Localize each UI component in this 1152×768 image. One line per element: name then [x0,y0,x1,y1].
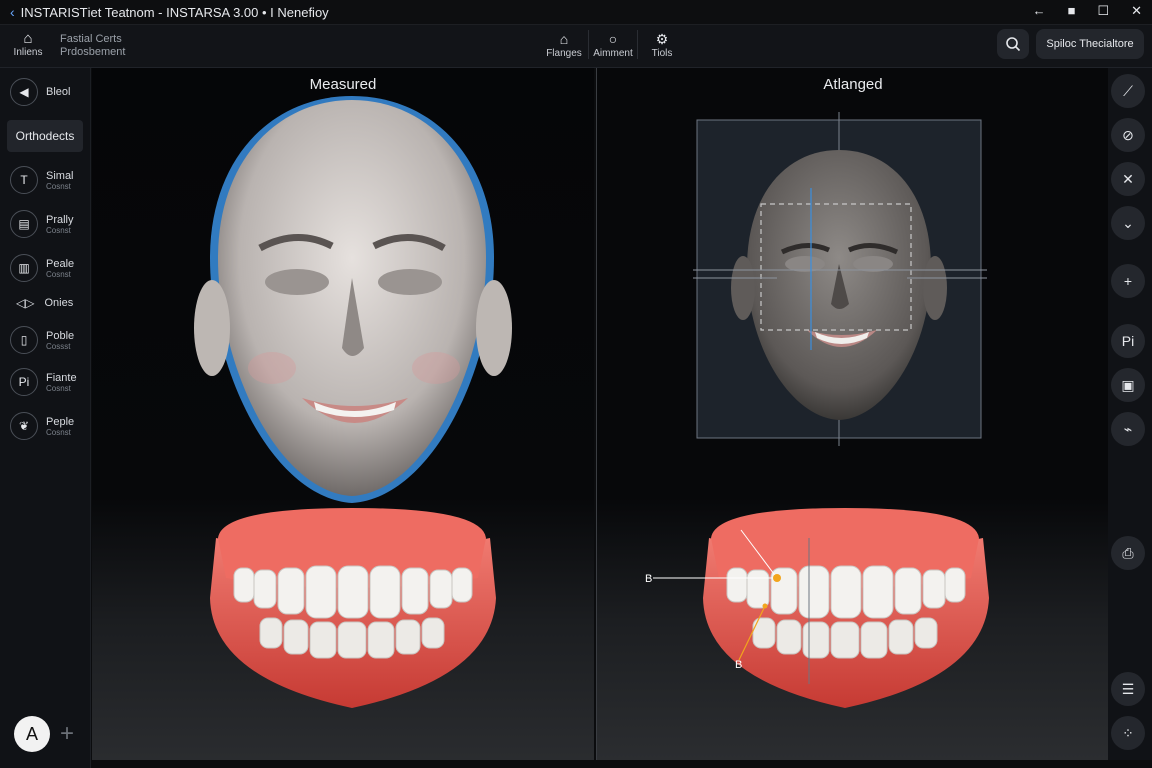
sidebar-item-label: Peale [46,257,75,270]
close-icon: ✕ [1122,170,1134,187]
title-bar: ‹ INSTARISТiet Teatnom - INSTARSA 3.00 •… [0,0,1152,25]
lower-teeth [259,617,445,659]
add-button[interactable]: + [1111,264,1145,298]
flanges-label: Flanges [546,48,582,59]
sidebar-item-label: Poble [46,329,75,342]
sidebar-item-sub: Cosnst [46,383,71,393]
left-eye [265,269,329,295]
window-controls: ← ■ ☐ ✕ [1033,3,1142,19]
play-icon: ◀ [10,78,38,106]
alignment-button[interactable]: ○ Aimment [589,30,638,59]
sidebar-item-fiante[interactable]: Pi Fiante Cosnst [10,368,77,396]
sidebar-item-label: Simal [46,169,74,182]
window-title: INSTARISТiet Teatnom - INSTARSA 3.00 • I… [20,4,329,20]
back-arrow-icon[interactable]: ← [1033,3,1046,19]
image-icon: ▣ [1121,376,1135,393]
breadcrumb: Fastial Certs Prdosbement [60,33,125,59]
pi-button[interactable]: Pi [1111,324,1145,358]
sidebar-item-simal[interactable]: T Simal Cosnst [10,166,74,194]
right-ear [476,280,512,376]
sidebar-item-prally[interactable]: ▤ Prally Cosnst [10,210,74,238]
trend-button[interactable]: ⟋ [1111,74,1145,108]
pi-icon: Pi [1121,333,1135,349]
sidebar-item-poble[interactable]: ▯ Poble Cossst [10,326,74,354]
home-label: Inliens [13,47,43,58]
chart-icon: ▥ [10,254,38,282]
sidebar-item-onies[interactable]: ◁▷ Onies [10,296,73,310]
home-icon: ⌂ [559,31,569,47]
sidebar-item-sub: Cosnst [46,427,71,437]
home-button[interactable]: ⌂ Inliens [8,30,48,59]
sidebar-item-orthodects[interactable]: Orthodects [7,120,83,152]
top-toolbar: ⌂ Inliens Fastial Certs Prdosbement ⌂ Fl… [0,25,1152,68]
leaf-icon: ❦ [10,412,38,440]
measurement-marker [773,574,781,582]
annotation-b-upper: B [645,573,652,585]
add-icon[interactable]: + [60,720,74,748]
home-icon: ⌂ [23,30,33,47]
breadcrumb-line-2: Prdosbement [60,46,126,58]
close-button[interactable]: ✕ [1111,162,1145,196]
toolbar-center-group: ⌂ Flanges ○ Aimment ⚙ Tiols [540,30,686,59]
arranged-viewport[interactable]: Atlanged B B [596,68,1109,760]
right-toolbar: ⟋ ⊘ ✕ ⌄ + Pi ▣ ⌁ ⎙ ☰ ⁘ [1108,68,1152,760]
flanges-button[interactable]: ⌂ Flanges [540,30,589,59]
sidebar-item-sub: Cosnst [46,269,71,279]
pin-icon[interactable]: ■ [1068,3,1076,19]
right-eye [378,269,442,295]
plus-icon: + [1123,273,1133,289]
sidebar-item-label: Bleol [46,86,71,98]
measured-3d-model [194,96,512,708]
eye-icon: ◁▷ [16,296,35,310]
list-button[interactable]: ☰ [1111,672,1145,706]
trend-icon: ⟋ [1123,82,1133,99]
left-ear [194,280,230,376]
arranged-3d-model: B B [645,112,989,708]
t-icon: T [10,166,38,194]
special-treatment-button[interactable]: Spiloc Thecialtore [1036,29,1144,59]
sidebar-item-sub: Cosnst [46,181,71,191]
capture-icon: ⎙ [1122,544,1134,561]
sidebar-item-label: Peple [46,415,75,428]
pi-icon: Pi [10,368,38,396]
grid-button[interactable]: ⁘ [1111,716,1145,750]
sidebar-item-peale[interactable]: ▥ Peale Cosnst [10,254,74,282]
left-sidebar: ◀ Bleol Orthodects T Simal Cosnst ▤ Prall… [0,68,91,768]
list-icon: ☰ [1121,680,1135,697]
capture-button[interactable]: ⎙ [1111,536,1145,570]
circle-icon: ○ [608,31,618,47]
chevron-down-icon: ⌄ [1122,214,1134,231]
chevron-left-icon[interactable]: ‹ [10,4,15,20]
alignment-label: Aimment [593,48,633,59]
grid-icon: ⁘ [1122,724,1134,741]
image-button[interactable]: ▣ [1111,368,1145,402]
avatar[interactable]: A [14,716,50,752]
link2-button[interactable]: ⌁ [1111,412,1145,446]
gear-icon: ⚙ [655,31,669,47]
doc-icon: ▤ [10,210,38,238]
sidebar-item-sub: Cossst [46,341,71,351]
annotation-b-lower: B [735,659,742,671]
page-icon: ▯ [10,326,38,354]
link-icon: ⊘ [1122,126,1134,143]
maximize-icon[interactable]: ☐ [1097,3,1109,19]
tools-label: Tiols [651,48,673,59]
search-button[interactable] [997,29,1029,59]
sidebar-item-label: Prally [46,213,74,226]
sidebar-item-peple[interactable]: ❦ Peple Cosnst [10,412,74,440]
arranged-lower-teeth [752,617,938,659]
expand-button[interactable]: ⌄ [1111,206,1145,240]
sidebar-item-label: Onies [44,297,74,309]
search-icon [1006,37,1021,52]
sidebar-item-bleol[interactable]: ◀ Bleol [10,78,70,106]
breadcrumb-line-1: Fastial Certs [60,33,122,45]
link-icon: ⌁ [1123,420,1133,437]
tools-button[interactable]: ⚙ Tiols [638,30,686,59]
measured-viewport[interactable]: Measured [92,68,594,760]
sidebar-item-sub: Cosnst [46,225,71,235]
link-button[interactable]: ⊘ [1111,118,1145,152]
close-icon[interactable]: ✕ [1131,3,1142,19]
sidebar-item-label: Fiante [46,371,77,384]
